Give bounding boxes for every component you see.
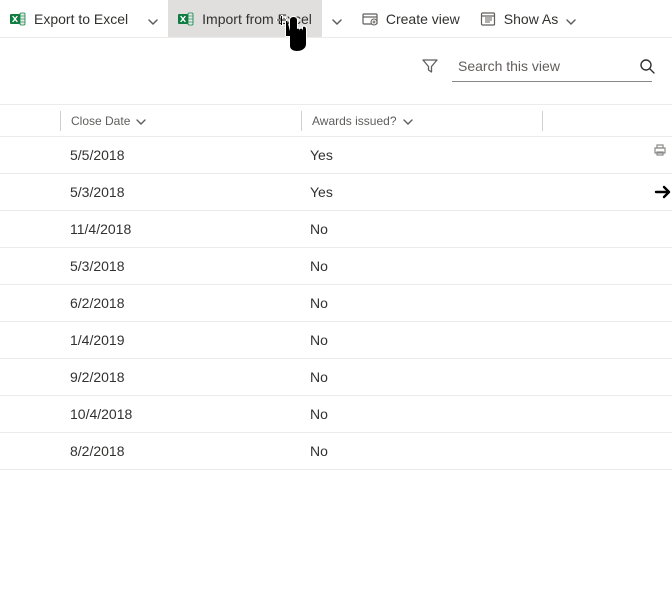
cell-awards-issued: No (300, 443, 540, 459)
table-row[interactable]: 9/2/2018No (0, 358, 672, 396)
cell-close-date: 8/2/2018 (60, 443, 300, 459)
chevron-down-icon (403, 116, 413, 126)
cell-awards-issued: Yes (300, 184, 540, 200)
show-as-button[interactable]: Show As (470, 0, 586, 37)
create-view-button[interactable]: Create view (352, 0, 470, 37)
search-icon[interactable] (639, 58, 655, 74)
cell-awards-issued: No (300, 332, 540, 348)
filter-bar (0, 38, 672, 104)
cell-awards-issued: No (300, 406, 540, 422)
table-header-row: Close Date Awards issued? (0, 105, 672, 137)
data-table: Close Date Awards issued? 5/5/2018Yes5/3… (0, 104, 672, 470)
cell-close-date: 5/3/2018 (60, 258, 300, 274)
chevron-down-icon (136, 116, 146, 126)
table-row[interactable]: 8/2/2018No (0, 432, 672, 470)
table-row[interactable]: 5/3/2018Yes (0, 173, 672, 211)
row-open-arrow-icon[interactable] (654, 183, 672, 201)
cell-close-date: 6/2/2018 (60, 295, 300, 311)
cell-close-date: 11/4/2018 (60, 221, 300, 237)
show-as-icon (480, 11, 496, 27)
chevron-down-icon (332, 14, 342, 24)
table-row[interactable]: 5/3/2018No (0, 247, 672, 285)
table-row[interactable]: 10/4/2018No (0, 395, 672, 433)
cell-close-date: 1/4/2019 (60, 332, 300, 348)
search-input[interactable] (458, 58, 639, 74)
table-row[interactable]: 5/5/2018Yes (0, 136, 672, 174)
column-close-date-label: Close Date (71, 114, 130, 128)
filter-icon[interactable] (422, 58, 438, 74)
export-to-excel-button[interactable]: Export to Excel (0, 0, 138, 37)
cell-close-date: 9/2/2018 (60, 369, 300, 385)
cell-awards-issued: No (300, 258, 540, 274)
table-row[interactable]: 11/4/2018No (0, 210, 672, 248)
cell-awards-issued: No (300, 295, 540, 311)
create-view-label: Create view (386, 11, 460, 27)
export-dropdown[interactable] (138, 0, 168, 37)
column-header-awards-issued[interactable]: Awards issued? (312, 114, 413, 128)
import-label: Import from Excel (202, 11, 312, 27)
import-dropdown[interactable] (322, 0, 352, 37)
cell-awards-issued: Yes (300, 147, 540, 163)
cell-awards-issued: No (300, 221, 540, 237)
cell-close-date: 5/3/2018 (60, 184, 300, 200)
cell-close-date: 5/5/2018 (60, 147, 300, 163)
table-row[interactable]: 6/2/2018No (0, 284, 672, 322)
create-view-icon (362, 11, 378, 27)
cell-awards-issued: No (300, 369, 540, 385)
import-from-excel-button[interactable]: Import from Excel (168, 0, 322, 37)
excel-icon (10, 11, 26, 27)
cell-close-date: 10/4/2018 (60, 406, 300, 422)
excel-icon (178, 11, 194, 27)
search-box[interactable] (452, 50, 652, 82)
column-awards-label: Awards issued? (312, 114, 397, 128)
chevron-down-icon (148, 14, 158, 24)
column-header-close-date[interactable]: Close Date (71, 114, 146, 128)
export-label: Export to Excel (34, 11, 128, 27)
command-bar: Export to Excel Import from Excel (0, 0, 672, 38)
show-as-label: Show As (504, 11, 558, 27)
chevron-down-icon (566, 14, 576, 24)
table-row[interactable]: 1/4/2019No (0, 321, 672, 359)
